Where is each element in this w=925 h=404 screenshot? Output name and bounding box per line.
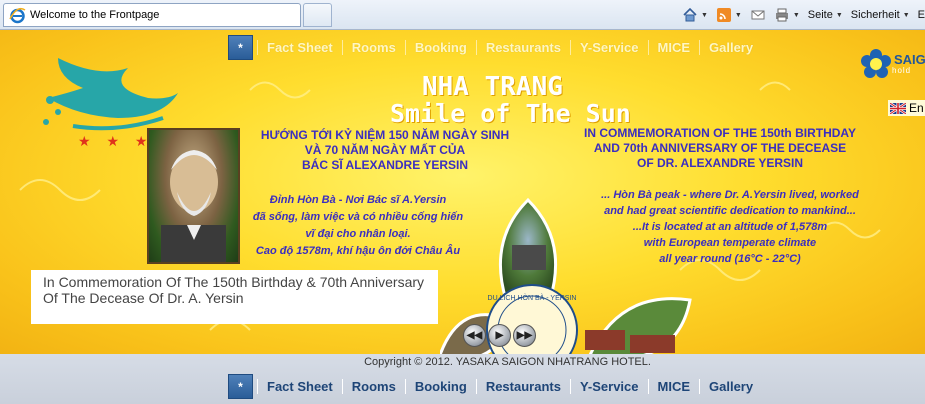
slideshow-prev-button[interactable]: ◀◀ xyxy=(463,324,486,347)
new-tab-button[interactable] xyxy=(303,3,332,27)
uk-flag-icon xyxy=(890,102,906,114)
footer-nav-item-booking[interactable]: Booking xyxy=(404,379,476,394)
nav-home-button[interactable]: * xyxy=(228,35,253,60)
chevron-down-icon: ▼ xyxy=(902,11,910,19)
vn-heading-line: VÀ 70 NĂM NGÀY MẤT CỦA xyxy=(304,143,466,157)
slide-caption: In Commemoration Of The 150th Birthday &… xyxy=(31,270,438,324)
slideshow-play-button[interactable]: ▶ xyxy=(488,324,511,347)
browser-tab[interactable]: Welcome to the Frontpage xyxy=(3,3,301,27)
nav-item-rooms[interactable]: Rooms xyxy=(341,40,405,55)
chevron-down-icon: ▼ xyxy=(792,11,800,19)
internet-explorer-icon xyxy=(9,7,26,23)
nav-item-fact-sheet[interactable]: Fact Sheet xyxy=(257,40,342,55)
portrait-image xyxy=(161,150,226,262)
feeds-button[interactable]: ▼ xyxy=(716,7,742,23)
footer-nav-item-rooms[interactable]: Rooms xyxy=(341,379,405,394)
mail-icon xyxy=(751,10,765,20)
extras-menu-label: E xyxy=(917,9,925,21)
printer-icon xyxy=(775,8,788,22)
company-logo[interactable]: SAIG hold xyxy=(860,48,925,80)
command-bar: ▼ ▼ ▼ Seite ▼ Sicherheit ▼ E xyxy=(682,0,925,30)
headline-nha-trang: NHA TRANG xyxy=(422,72,563,102)
security-menu-label: Sicherheit xyxy=(850,9,900,21)
nav-item-gallery[interactable]: Gallery xyxy=(699,40,762,55)
company-logo-sub: hold xyxy=(892,65,912,75)
headline-slogan: Smile of The Sun xyxy=(390,99,631,128)
footer-navigation: * Fact Sheet Rooms Booking Restaurants Y… xyxy=(228,372,762,401)
security-menu[interactable]: Sicherheit ▼ xyxy=(851,9,910,21)
vn-heading-line: HƯỚNG TỚI KỶ NIỆM 150 NĂM NGÀY SINH xyxy=(260,128,510,142)
chevron-down-icon: ▼ xyxy=(835,11,843,19)
flower-seal-text: DU LICH HÒN BÀ - YERSIN xyxy=(488,293,577,302)
vn-heading: HƯỚNG TỚI KỶ NIỆM 150 NĂM NGÀY SINH VÀ 7… xyxy=(230,128,540,173)
flower-logo-icon xyxy=(861,49,891,78)
page-menu-label: Seite xyxy=(807,9,833,21)
chevron-down-icon: ▼ xyxy=(700,11,708,19)
footer-nav-item-restaurants[interactable]: Restaurants xyxy=(475,379,570,394)
print-button[interactable]: ▼ xyxy=(774,7,800,23)
footer-nav-item-mice[interactable]: MICE xyxy=(647,379,700,394)
footer-nav-item-gallery[interactable]: Gallery xyxy=(699,379,762,394)
en-heading-line: AND 70th ANNIVERSARY OF THE DECEASE xyxy=(593,141,847,155)
company-logo-name: SAIG xyxy=(894,51,925,67)
nav-item-mice[interactable]: MICE xyxy=(647,40,700,55)
yersin-portrait xyxy=(147,128,240,264)
mail-button[interactable] xyxy=(750,7,766,23)
rss-icon xyxy=(716,8,731,22)
extras-menu[interactable]: E xyxy=(918,9,925,21)
en-heading-line: OF DR. ALEXANDRE YERSIN xyxy=(636,156,804,170)
en-heading: IN COMMEMORATION OF THE 150th BIRTHDAY A… xyxy=(560,126,880,171)
home-button[interactable]: ▼ xyxy=(682,7,708,23)
nav-item-booking[interactable]: Booking xyxy=(404,40,476,55)
en-heading-line: IN COMMEMORATION OF THE 150th BIRTHDAY xyxy=(583,126,856,140)
language-selector[interactable]: En xyxy=(888,100,925,116)
browser-toolbar: Welcome to the Frontpage ▼ ▼ ▼ Seite ▼ S… xyxy=(0,0,925,30)
page-menu[interactable]: Seite ▼ xyxy=(808,9,843,21)
footer-nav-home-button[interactable]: * xyxy=(228,374,253,399)
vn-heading-line: BÁC SĨ ALEXANDRE YERSIN xyxy=(301,158,469,172)
slideshow-next-button[interactable]: ▶▶ xyxy=(513,324,536,347)
footer-nav-item-y-service[interactable]: Y-Service xyxy=(569,379,648,394)
nav-item-restaurants[interactable]: Restaurants xyxy=(475,40,570,55)
browser-window: Welcome to the Frontpage ▼ ▼ ▼ Seite ▼ S… xyxy=(0,0,925,404)
language-label: En xyxy=(909,101,924,115)
main-navigation: * Fact Sheet Rooms Booking Restaurants Y… xyxy=(228,33,762,62)
dove-logo xyxy=(43,58,178,131)
slideshow-controls: ◀◀ ▶ ▶▶ xyxy=(463,324,536,347)
nav-item-y-service[interactable]: Y-Service xyxy=(569,40,648,55)
home-icon xyxy=(683,7,697,22)
web-page: ★ ★ ★ ★ * Fact Sheet Rooms Booking Resta… xyxy=(0,30,925,354)
footer-nav-item-fact-sheet[interactable]: Fact Sheet xyxy=(257,379,342,394)
tab-title: Welcome to the Frontpage xyxy=(30,9,160,21)
footer: Copyright © 2012. YASAKA SAIGON NHATRANG… xyxy=(0,354,925,404)
copyright-text: Copyright © 2012. YASAKA SAIGON NHATRANG… xyxy=(364,356,651,368)
chevron-down-icon: ▼ xyxy=(734,11,742,19)
